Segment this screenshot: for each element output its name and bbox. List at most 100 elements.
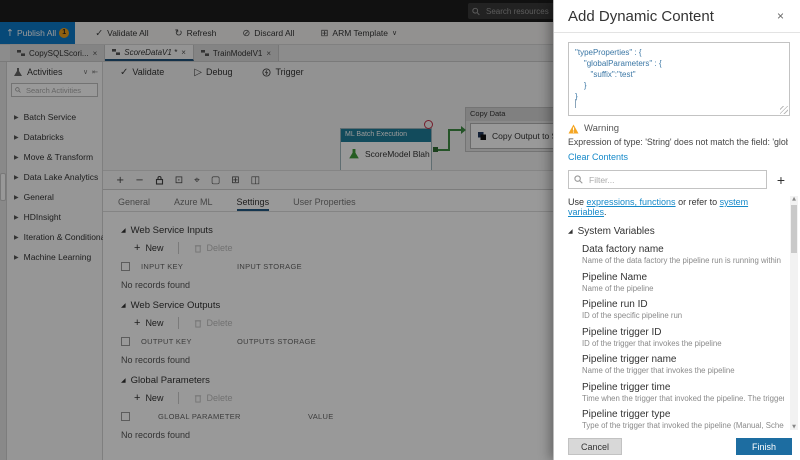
empty-state-text: No records found — [121, 355, 191, 365]
command-bar: ↑ Publish All 1 ✓ Validate All ↻ Refresh… — [0, 22, 553, 45]
close-icon[interactable]: × — [266, 49, 271, 58]
publish-all-label: Publish All — [16, 28, 57, 38]
expressions-functions-link[interactable]: expressions, functions — [587, 197, 676, 207]
list-item-data-factory-name[interactable]: Data factory name Name of the data facto… — [582, 244, 784, 266]
arm-template-button[interactable]: ⊞ ARM Template ∨ — [314, 22, 403, 44]
tab-general[interactable]: General — [118, 190, 150, 211]
scrollbar-thumb[interactable] — [791, 205, 797, 253]
fit-to-screen-icon[interactable]: ⌖ — [194, 175, 200, 186]
pipeline-canvas[interactable]: ✓ Validate ▷ Debug Trigger Copy Data Cop… — [103, 62, 553, 170]
variables-list: ◢ System Variables Data factory name Nam… — [568, 226, 784, 454]
activities-search-input[interactable] — [24, 84, 94, 96]
copy-output-activity[interactable]: Copy Output to SQL — [470, 123, 553, 149]
sidebar-item-hdinsight[interactable]: ▶ HDInsight — [7, 207, 102, 227]
clear-contents-link[interactable]: Clear Contents — [568, 152, 628, 162]
list-item-pipeline-run-id[interactable]: Pipeline run ID ID of the specific pipel… — [582, 299, 784, 321]
close-icon[interactable]: × — [181, 48, 186, 57]
caret-collapsed-icon: ▶ — [14, 154, 19, 161]
cancel-button[interactable]: Cancel — [568, 438, 622, 455]
new-button[interactable]: + New — [128, 241, 169, 255]
publish-all-button[interactable]: ↑ Publish All 1 — [0, 22, 76, 44]
zoom-out-icon[interactable]: − — [135, 175, 143, 186]
ml-batch-execution-node[interactable]: ML Batch Execution ScoreModel Blah — [340, 128, 432, 170]
system-variables-header[interactable]: ◢ System Variables — [568, 226, 784, 237]
chevron-down-icon[interactable]: ∨ — [83, 68, 88, 76]
sidebar-item-general[interactable]: ▶ General — [7, 187, 102, 207]
caret-expanded-icon: ◢ — [121, 228, 126, 234]
lock-icon[interactable] — [155, 175, 164, 185]
separator — [178, 392, 180, 404]
activities-title: Activities — [27, 67, 63, 77]
list-item-pipeline-trigger-time[interactable]: Pipeline trigger time Time when the trig… — [582, 382, 784, 404]
close-icon[interactable]: × — [93, 49, 98, 58]
refresh-button[interactable]: ↻ Refresh — [169, 22, 223, 44]
validate-button[interactable]: ✓ Validate — [114, 66, 170, 79]
sidebar-item-databricks[interactable]: ▶ Databricks — [7, 127, 102, 147]
finish-button[interactable]: Finish — [736, 438, 792, 455]
tab-user-properties[interactable]: User Properties — [293, 190, 356, 211]
tab-azure-ml[interactable]: Azure ML — [174, 190, 213, 211]
trash-icon — [195, 394, 202, 402]
ml-activity-label: ScoreModel Blah — [365, 149, 430, 159]
section-header[interactable]: ◢ Web Service Outputs — [121, 300, 553, 311]
new-button[interactable]: + New — [128, 316, 169, 330]
sidebar-item-data-lake-analytics[interactable]: ▶ Data Lake Analytics — [7, 167, 102, 187]
auto-align-icon[interactable]: ⊞ — [231, 175, 239, 186]
delete-button-disabled[interactable]: Delete — [188, 242, 238, 254]
splitter-handle[interactable] — [0, 173, 6, 201]
activity-config-panel: General Azure ML Settings User Propertie… — [103, 190, 553, 460]
portal-search-input[interactable] — [484, 5, 554, 17]
zoom-in-icon[interactable]: + — [116, 175, 124, 186]
tab-copysqlscori[interactable]: CopySQLScori... × — [10, 45, 106, 61]
zoom-reset-icon[interactable]: ⊡ — [175, 175, 183, 186]
section-header[interactable]: ◢ Global Parameters — [121, 375, 553, 386]
tab-scoredatav1[interactable]: ScoreDataV1 * × — [105, 45, 194, 61]
filter-input[interactable] — [587, 173, 761, 186]
chevron-down-icon: ∨ — [392, 29, 398, 37]
list-item-pipeline-trigger-type[interactable]: Pipeline trigger type Type of the trigge… — [582, 409, 784, 431]
sidebar-item-batch-service[interactable]: ▶ Batch Service — [7, 107, 102, 127]
activities-search-box[interactable] — [11, 83, 98, 97]
flask-icon — [349, 148, 359, 159]
sidebar-item-machine-learning[interactable]: ▶ Machine Learning — [7, 247, 102, 267]
expression-code[interactable]: "typeProperties" : { "globalParameters" … — [575, 47, 783, 102]
tab-settings[interactable]: Settings — [236, 190, 270, 211]
close-panel-button[interactable]: × — [771, 8, 790, 24]
expression-editor[interactable]: "typeProperties" : { "globalParameters" … — [568, 42, 790, 116]
sidebar-item-move-transform[interactable]: ▶ Move & Transform — [7, 147, 102, 167]
copy-data-node[interactable]: Copy Data Copy Output to SQL — [465, 107, 553, 152]
delete-button-disabled[interactable]: Delete — [188, 317, 238, 329]
caret-expanded-icon: ◢ — [121, 378, 126, 384]
select-all-checkbox[interactable] — [121, 337, 130, 346]
section-header[interactable]: ◢ Web Service Inputs — [121, 225, 553, 236]
empty-state-text: No records found — [121, 430, 191, 440]
portal-search-box[interactable] — [468, 3, 558, 19]
scrollbar[interactable]: ▲ ▼ — [790, 196, 798, 430]
sidebar-item-iteration-conditionals[interactable]: ▶ Iteration & Conditionals — [7, 227, 112, 247]
discard-all-button[interactable]: ⊘ Discard All — [236, 22, 300, 44]
resize-handle[interactable] — [780, 106, 788, 114]
select-tool-icon[interactable]: ▢ — [211, 175, 220, 186]
add-expression-button[interactable]: + — [774, 172, 788, 188]
collapse-panel-icon[interactable]: ⇤ — [92, 68, 98, 76]
select-all-checkbox[interactable] — [121, 412, 130, 421]
select-all-checkbox[interactable] — [121, 262, 130, 271]
list-item-pipeline-trigger-name[interactable]: Pipeline trigger name Name of the trigge… — [582, 354, 784, 376]
panel-splitter[interactable] — [0, 62, 7, 460]
warning-icon — [568, 123, 579, 134]
debug-button[interactable]: ▷ Debug — [188, 66, 238, 79]
trigger-button[interactable]: Trigger — [256, 66, 309, 78]
add-node-icon[interactable]: ◫ — [251, 175, 260, 186]
list-item-pipeline-trigger-id[interactable]: Pipeline trigger ID ID of the trigger th… — [582, 327, 784, 349]
text-cursor — [575, 99, 576, 108]
tab-trainmodelv1[interactable]: TrainModelV1 × — [193, 45, 280, 61]
publish-icon: ↑ — [6, 27, 14, 39]
delete-button-disabled[interactable]: Delete — [188, 392, 238, 404]
config-tabs: General Azure ML Settings User Propertie… — [103, 190, 553, 212]
new-button[interactable]: + New — [128, 391, 169, 405]
filter-box[interactable] — [568, 170, 767, 189]
validation-error-badge — [424, 120, 433, 129]
list-item-pipeline-name[interactable]: Pipeline Name Name of the pipeline — [582, 272, 784, 294]
validate-all-button[interactable]: ✓ Validate All — [89, 22, 154, 44]
column-header: OUTPUT KEY — [141, 337, 192, 346]
